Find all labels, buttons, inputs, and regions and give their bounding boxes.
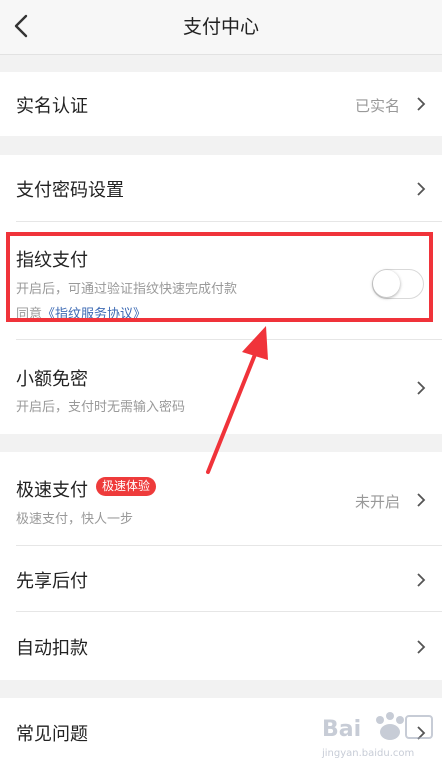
baidu-jingyan-watermark-logo: Bai jingyan.baidu.com xyxy=(321,712,433,759)
svg-text:Bai: Bai xyxy=(322,717,361,742)
annotation-arrow xyxy=(206,326,268,474)
svg-text:jingyan.baidu.com: jingyan.baidu.com xyxy=(321,748,414,759)
